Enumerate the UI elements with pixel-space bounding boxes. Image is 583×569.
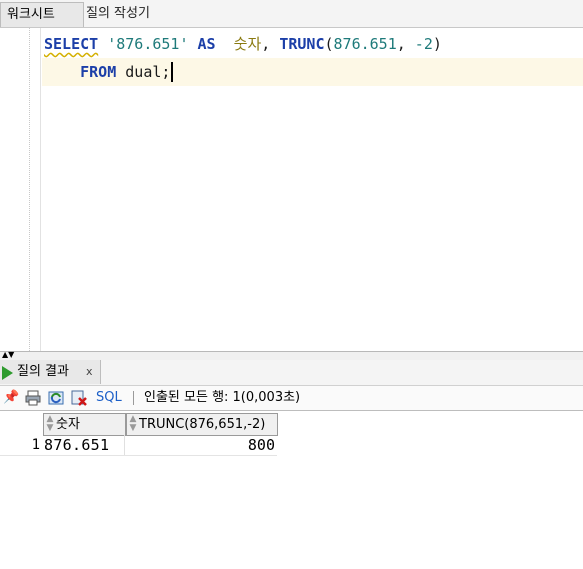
table-name: dual; bbox=[125, 63, 171, 81]
editor-line-2[interactable]: FROM dual; bbox=[44, 62, 174, 82]
column-alias: 숫자 bbox=[233, 35, 262, 53]
print-icon[interactable] bbox=[25, 390, 41, 406]
column-header-2-label: TRUNC(876,651,-2) bbox=[139, 417, 266, 432]
numeric-arg-1: 876.651 bbox=[333, 35, 397, 53]
fetch-status-text: 인출된 모든 행: 1(0,003초) bbox=[144, 390, 301, 405]
sort-icon: ▲ ▼ bbox=[129, 414, 137, 433]
editor-line-1[interactable]: SELECT '876.651' AS 숫자, TRUNC(876.651, -… bbox=[44, 34, 442, 54]
result-tab-label: 질의 결과 bbox=[17, 364, 69, 379]
toolbar-divider bbox=[133, 391, 134, 405]
worksheet-tab-bar: 워크시트 질의 작성기 bbox=[0, 0, 583, 28]
row-number[interactable]: 1 bbox=[0, 435, 40, 455]
tab-query-builder[interactable]: 질의 작성기 bbox=[80, 2, 156, 26]
pin-icon[interactable]: 📌 bbox=[3, 390, 19, 406]
close-tab-button[interactable]: x bbox=[86, 360, 93, 384]
splitter-arrows-icon[interactable]: ▲▼ bbox=[2, 351, 14, 359]
sort-icon: ▲ ▼ bbox=[46, 414, 54, 433]
run-result-icon bbox=[2, 366, 13, 380]
tab-worksheet[interactable]: 워크시트 bbox=[0, 2, 84, 27]
text-caret bbox=[171, 62, 174, 82]
result-cell[interactable]: 876.651 bbox=[44, 435, 124, 455]
keyword-as: AS bbox=[197, 35, 216, 53]
result-cell[interactable]: 800 bbox=[126, 435, 275, 455]
results-toolbar: 📌 SQL 인출된 모든 행: 1(0,003초) bbox=[0, 386, 583, 411]
row-divider bbox=[0, 455, 277, 456]
keyword-from: FROM bbox=[80, 63, 117, 81]
results-tab-bar: 질의 결과 x bbox=[0, 360, 583, 386]
sql-button[interactable]: SQL bbox=[96, 386, 122, 410]
numeric-arg-2: -2 bbox=[414, 35, 433, 53]
paren-open: ( bbox=[324, 35, 334, 53]
export-icon[interactable] bbox=[71, 390, 87, 406]
string-literal: '876.651' bbox=[107, 35, 189, 53]
column-header-2[interactable]: ▲ ▼ TRUNC(876,651,-2) bbox=[126, 413, 278, 436]
editor-margin-line bbox=[40, 28, 41, 351]
comma: , bbox=[396, 35, 406, 53]
editor-gutter-guide bbox=[29, 28, 30, 351]
column-header-1[interactable]: ▲ ▼ 숫자 bbox=[43, 413, 126, 436]
cell-divider bbox=[124, 435, 125, 455]
tab-query-result[interactable]: 질의 결과 x bbox=[0, 360, 101, 384]
comma: , bbox=[261, 35, 271, 53]
keyword-select: SELECT bbox=[44, 35, 99, 53]
function-trunc: TRUNC bbox=[279, 35, 325, 53]
paren-close: ) bbox=[432, 35, 442, 53]
refresh-icon[interactable] bbox=[48, 390, 64, 406]
column-header-1-label: 숫자 bbox=[56, 417, 80, 432]
